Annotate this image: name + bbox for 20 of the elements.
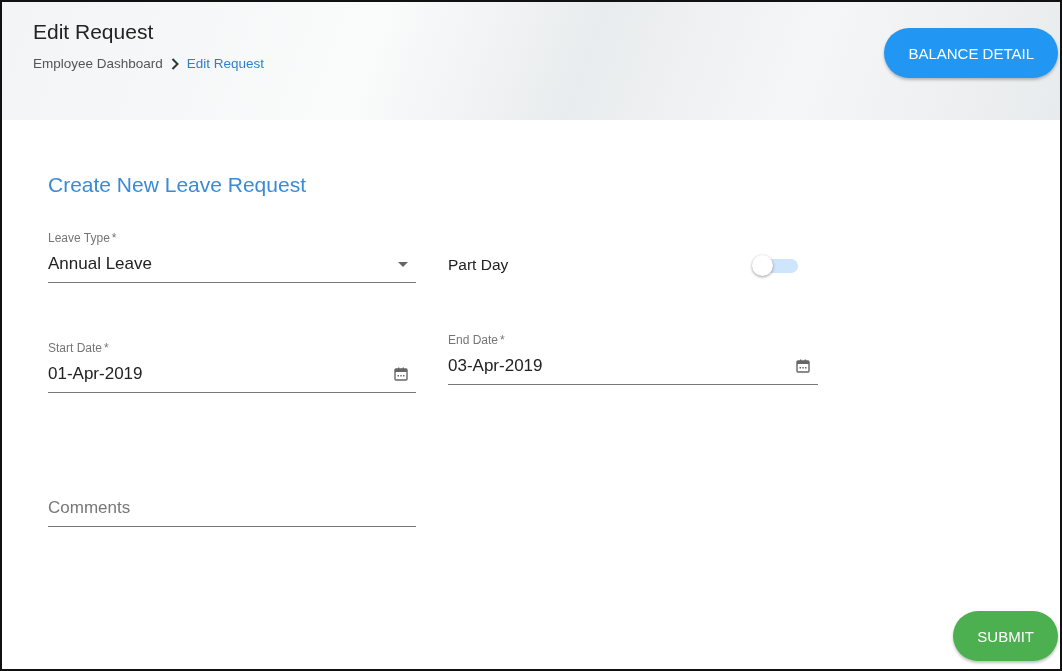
part-day-label: Part Day xyxy=(448,256,509,274)
required-asterisk: * xyxy=(104,341,109,355)
calendar-icon[interactable] xyxy=(394,367,408,381)
leave-type-select[interactable]: Annual Leave xyxy=(48,246,416,283)
required-asterisk: * xyxy=(500,333,505,347)
required-asterisk: * xyxy=(111,231,117,245)
breadcrumb-link[interactable]: Employee Dashboard xyxy=(33,56,163,71)
form-heading: Create New Leave Request xyxy=(48,173,307,197)
comments-field[interactable]: Comments xyxy=(48,490,416,527)
calendar-icon[interactable] xyxy=(796,359,810,373)
dropdown-caret-icon[interactable] xyxy=(398,261,408,267)
start-date-field[interactable]: 01-Apr-2019 xyxy=(48,356,416,393)
part-day-toggle[interactable] xyxy=(752,255,798,275)
field-label: Leave Type xyxy=(48,231,110,245)
field-label: End Date xyxy=(448,333,499,347)
end-date-field[interactable]: 03-Apr-2019 xyxy=(448,348,818,385)
field-label: Start Date xyxy=(48,341,103,355)
chevron-right-icon xyxy=(170,57,179,70)
page-title: Edit Request xyxy=(33,20,155,44)
breadcrumb-current: Edit Request xyxy=(186,56,265,71)
